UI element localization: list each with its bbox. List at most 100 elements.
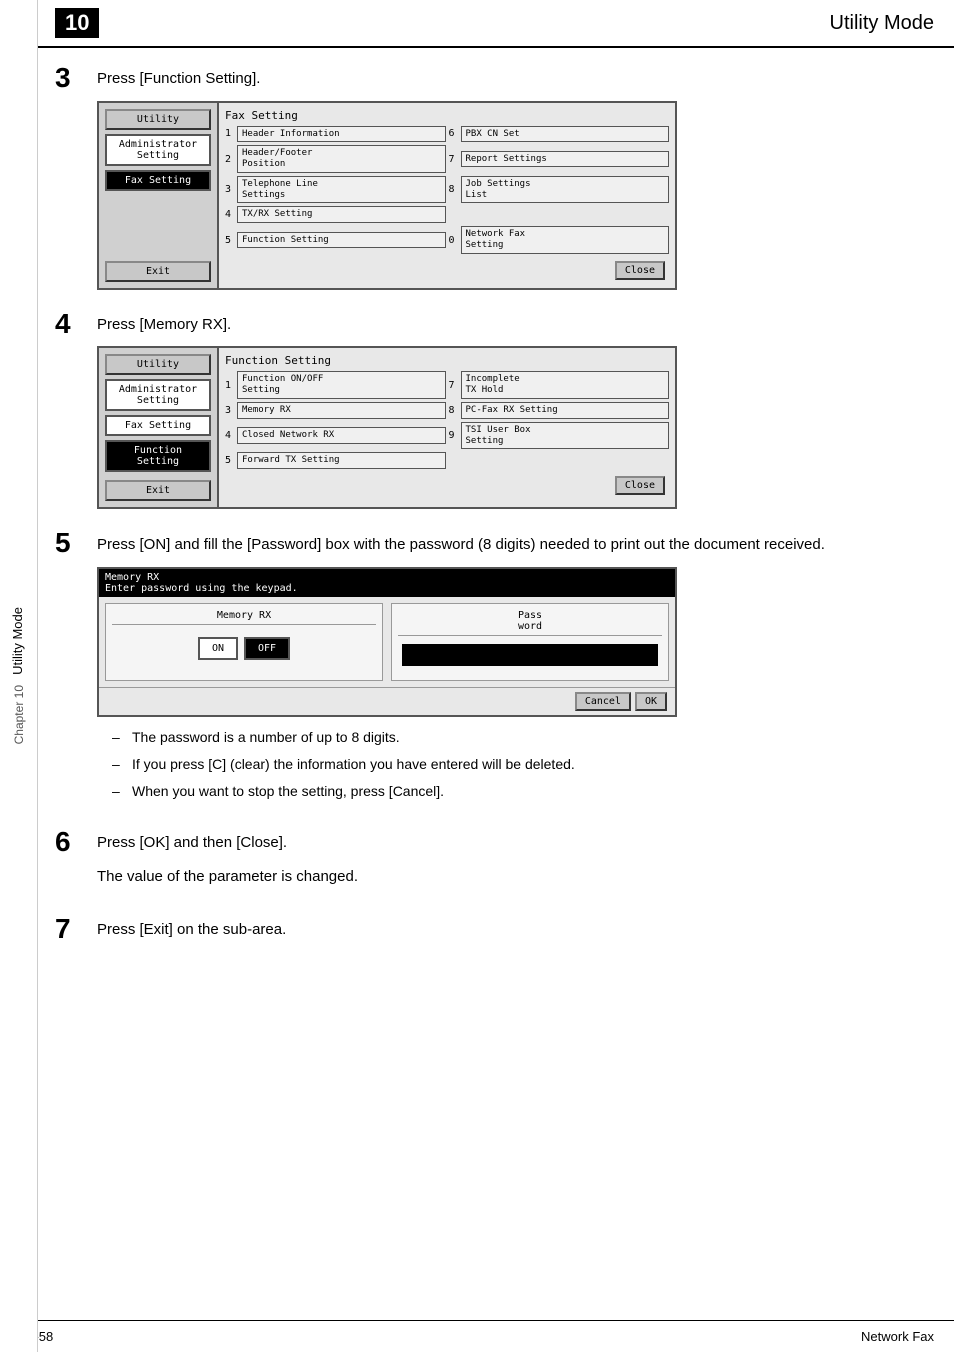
fax-item-1: 1 Header Information	[225, 126, 446, 143]
step-6-text: Press [OK] and then [Close].	[97, 832, 924, 855]
bullet-1: The password is a number of up to 8 digi…	[117, 727, 924, 748]
footer-right: Network Fax	[861, 1329, 934, 1344]
job-settings-btn[interactable]: Job SettingsList	[461, 176, 670, 204]
memory-body: Memory RX ON OFF Password	[99, 597, 675, 687]
bullet-2: If you press [C] (clear) the information…	[117, 754, 924, 775]
closed-network-rx-btn[interactable]: Closed Network RX	[237, 427, 446, 444]
exit-btn-s4[interactable]: Exit	[105, 480, 211, 501]
step-3-ui-sidebar: Utility AdministratorSetting Fax Setting…	[99, 103, 219, 288]
step-4-number: 4	[55, 310, 85, 338]
off-button[interactable]: OFF	[244, 637, 290, 660]
function-setting-active-btn-s4[interactable]: Function Setting	[105, 440, 211, 472]
bullet-3: When you want to stop the setting, press…	[117, 781, 924, 802]
step-6-content: Press [OK] and then [Close]. The value o…	[97, 832, 924, 895]
func-item-4: 4 Closed Network RX	[225, 422, 446, 450]
memory-rx-section-title: Memory RX	[112, 610, 376, 625]
step-3-content: Press [Function Setting]. Utility Admini…	[97, 68, 924, 290]
memory-header-line2: Enter password using the keypad.	[105, 583, 669, 594]
password-input-display	[402, 644, 658, 666]
fax-setting-btn-s4[interactable]: Fax Setting	[105, 415, 211, 436]
incomplete-tx-btn[interactable]: IncompleteTX Hold	[461, 371, 670, 399]
memory-footer: Cancel OK	[99, 687, 675, 715]
admin-setting-btn-s4[interactable]: AdministratorSetting	[105, 379, 211, 411]
step-4-panel-title: Function Setting	[225, 354, 669, 367]
sidebar: Utility Mode Chapter 10	[0, 0, 38, 1352]
memory-rx-section: Memory RX ON OFF	[105, 603, 383, 681]
step-4-panel: Utility AdministratorSetting Fax Setting…	[97, 346, 677, 509]
step-6-subtext: The value of the parameter is changed.	[97, 865, 924, 889]
step-3-ui-main: Fax Setting 1 Header Information 6 PBX C…	[219, 103, 675, 288]
page-header: 10 Utility Mode	[0, 0, 954, 48]
page-footer: 10-58 Network Fax	[0, 1320, 954, 1352]
forward-tx-btn[interactable]: Forward TX Setting	[237, 452, 446, 469]
txrx-setting-btn[interactable]: TX/RX Setting	[237, 206, 446, 223]
exit-btn-s3[interactable]: Exit	[105, 261, 211, 282]
step-3-text: Press [Function Setting].	[97, 68, 924, 91]
step-3-panel-title: Fax Setting	[225, 109, 669, 122]
fax-item-7: 7 Report Settings	[449, 145, 670, 173]
memory-panel-header: Memory RX Enter password using the keypa…	[99, 569, 675, 597]
sidebar-mode-label: Utility Mode	[9, 607, 27, 675]
memory-on-off-controls: ON OFF	[112, 637, 376, 660]
step-5-content: Press [ON] and fill the [Password] box w…	[97, 533, 924, 808]
func-item-3: 3 Memory RX	[225, 402, 446, 419]
step-7-text: Press [Exit] on the sub-area.	[97, 919, 924, 942]
page-title: Utility Mode	[830, 12, 934, 35]
step-7-content: Press [Exit] on the sub-area.	[97, 919, 924, 952]
chapter-number: 10	[55, 8, 99, 38]
pc-fax-rx-btn[interactable]: PC-Fax RX Setting	[461, 402, 670, 419]
main-content: 3 Press [Function Setting]. Utility Admi…	[0, 68, 954, 1005]
step-4-content: Press [Memory RX]. Utility Administrator…	[97, 314, 924, 510]
step-3: 3 Press [Function Setting]. Utility Admi…	[55, 68, 924, 290]
admin-setting-btn-s3[interactable]: AdministratorSetting	[105, 134, 211, 166]
func-item-7: 7 IncompleteTX Hold	[449, 371, 670, 399]
fax-item-8: 8 Job SettingsList	[449, 176, 670, 204]
fax-item-5: 5 Function Setting	[225, 226, 446, 254]
utility-btn-s4[interactable]: Utility	[105, 354, 211, 375]
fax-item-6: 6 PBX CN Set	[449, 126, 670, 143]
function-setting-btn-s3[interactable]: Function Setting	[237, 232, 446, 249]
close-btn-s3[interactable]: Close	[615, 261, 665, 280]
step-6-number: 6	[55, 828, 85, 856]
memory-rx-panel: Memory RX Enter password using the keypa…	[97, 567, 677, 717]
func-item-9: 9 TSI User BoxSetting	[449, 422, 670, 450]
step-4-ui-main: Function Setting 1 Function ON/OFFSettin…	[219, 348, 675, 507]
step-5-number: 5	[55, 529, 85, 557]
close-btn-s4[interactable]: Close	[615, 476, 665, 495]
header-footer-btn[interactable]: Header/FooterPosition	[237, 145, 446, 173]
report-settings-btn[interactable]: Report Settings	[461, 151, 670, 168]
memory-header-line1: Memory RX	[105, 572, 669, 583]
func-item-1: 1 Function ON/OFFSetting	[225, 371, 446, 399]
step-3-number: 3	[55, 64, 85, 92]
tsi-user-box-btn[interactable]: TSI User BoxSetting	[461, 422, 670, 450]
step-3-panel: Utility AdministratorSetting Fax Setting…	[97, 101, 677, 290]
fax-item-2: 2 Header/FooterPosition	[225, 145, 446, 173]
step-5-bullets: The password is a number of up to 8 digi…	[97, 727, 924, 802]
step-5-text: Press [ON] and fill the [Password] box w…	[97, 533, 924, 557]
fax-item-0: 0 Network FaxSetting	[449, 226, 670, 254]
memory-rx-btn[interactable]: Memory RX	[237, 402, 446, 419]
func-item-5: 5 Forward TX Setting	[225, 452, 446, 469]
step-7: 7 Press [Exit] on the sub-area.	[55, 919, 924, 952]
pbx-cn-set-btn[interactable]: PBX CN Set	[461, 126, 670, 143]
password-section: Password	[391, 603, 669, 681]
step-3-grid: 1 Header Information 6 PBX CN Set 2 Head…	[225, 126, 669, 254]
telephone-line-btn[interactable]: Telephone LineSettings	[237, 176, 446, 204]
fax-item-3: 3 Telephone LineSettings	[225, 176, 446, 204]
ok-button[interactable]: OK	[635, 692, 667, 711]
step-4: 4 Press [Memory RX]. Utility Administrat…	[55, 314, 924, 510]
step-5: 5 Press [ON] and fill the [Password] box…	[55, 533, 924, 808]
utility-btn-s3[interactable]: Utility	[105, 109, 211, 130]
password-section-title: Password	[398, 610, 662, 636]
fax-setting-btn-s3[interactable]: Fax Setting	[105, 170, 211, 191]
fax-item-empty	[449, 206, 670, 223]
step-4-grid: 1 Function ON/OFFSetting 7 IncompleteTX …	[225, 371, 669, 469]
network-fax-setting-btn[interactable]: Network FaxSetting	[461, 226, 670, 254]
on-button[interactable]: ON	[198, 637, 238, 660]
fax-item-4: 4 TX/RX Setting	[225, 206, 446, 223]
fax-empty-btn	[461, 213, 670, 217]
header-info-btn[interactable]: Header Information	[237, 126, 446, 143]
step-4-footer: Close	[225, 474, 669, 497]
cancel-button[interactable]: Cancel	[575, 692, 631, 711]
function-onoff-btn[interactable]: Function ON/OFFSetting	[237, 371, 446, 399]
